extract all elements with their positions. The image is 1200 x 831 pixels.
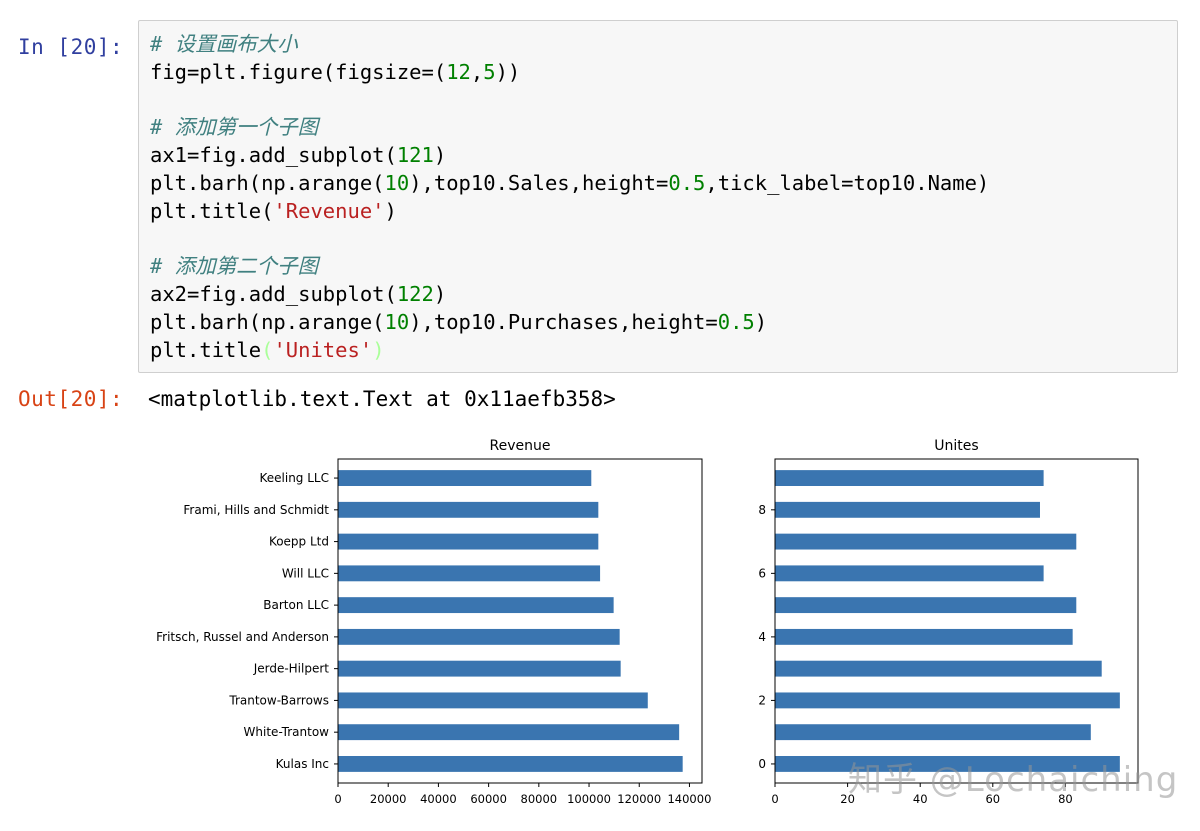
bar-unites-8 [775,501,1040,518]
x-tick-label: 0 [334,792,341,806]
bar-unites-5 [775,597,1077,614]
bar-unites-7 [775,533,1077,550]
bar-revenue-0 [338,756,683,772]
bar-unites-3 [775,660,1102,677]
bar-unites-9 [775,470,1044,486]
y-tick-label: Kulas Inc [276,757,329,771]
x-tick-label: 100000 [567,792,611,806]
x-tick-label: 60000 [470,792,507,806]
y-tick-label: Trantow-Barrows [228,693,329,707]
y-tick-label: Koepp Ltd [269,535,329,549]
chart-figure: Revenue 0 20000 40000 60000 80000 100000 120000… [156,438,1139,806]
bar-revenue-8 [338,501,599,518]
bar-unites-4 [775,628,1073,645]
y-tick-label: Fritsch, Russel and Anderson [156,630,329,644]
chart-title: Unites [934,438,978,454]
bar-unites-2 [775,692,1120,709]
x-tick-label: 80000 [521,792,558,806]
bar-revenue-7 [338,533,599,550]
bar-revenue-3 [338,660,621,677]
y-tick-label: 6 [758,566,766,580]
x-tick-label: 20000 [370,792,407,806]
bar-revenue-4 [338,628,620,645]
y-tick-label: Jerde-Hilpert [253,662,330,676]
bar-revenue-1 [338,724,680,741]
y-tick-label: 2 [758,693,766,707]
y-tick-label: 8 [758,503,766,517]
bar-unites-1 [775,724,1091,741]
x-tick-label: 120000 [617,792,661,806]
chart-title: Revenue [490,438,551,454]
watermark: 知乎 @Lochaiching [848,760,1179,800]
bar-revenue-5 [338,597,614,614]
x-tick-label: 40000 [420,792,457,806]
x-tick-label: 140000 [667,792,711,806]
y-tick-label: Frami, Hills and Schmidt [183,503,329,517]
bar-revenue-2 [338,692,648,709]
y-tick-label: Keeling LLC [260,471,330,485]
bar-revenue-9 [338,470,592,486]
y-tick-label: 0 [758,757,766,771]
y-tick-label: White-Trantow [244,725,330,739]
y-tick-label: 4 [758,630,766,644]
bar-unites-6 [775,565,1044,582]
bar-revenue-6 [338,565,601,582]
y-tick-label: Will LLC [282,566,329,580]
x-tick-label: 0 [771,792,778,806]
y-tick-label: Barton LLC [263,598,329,612]
